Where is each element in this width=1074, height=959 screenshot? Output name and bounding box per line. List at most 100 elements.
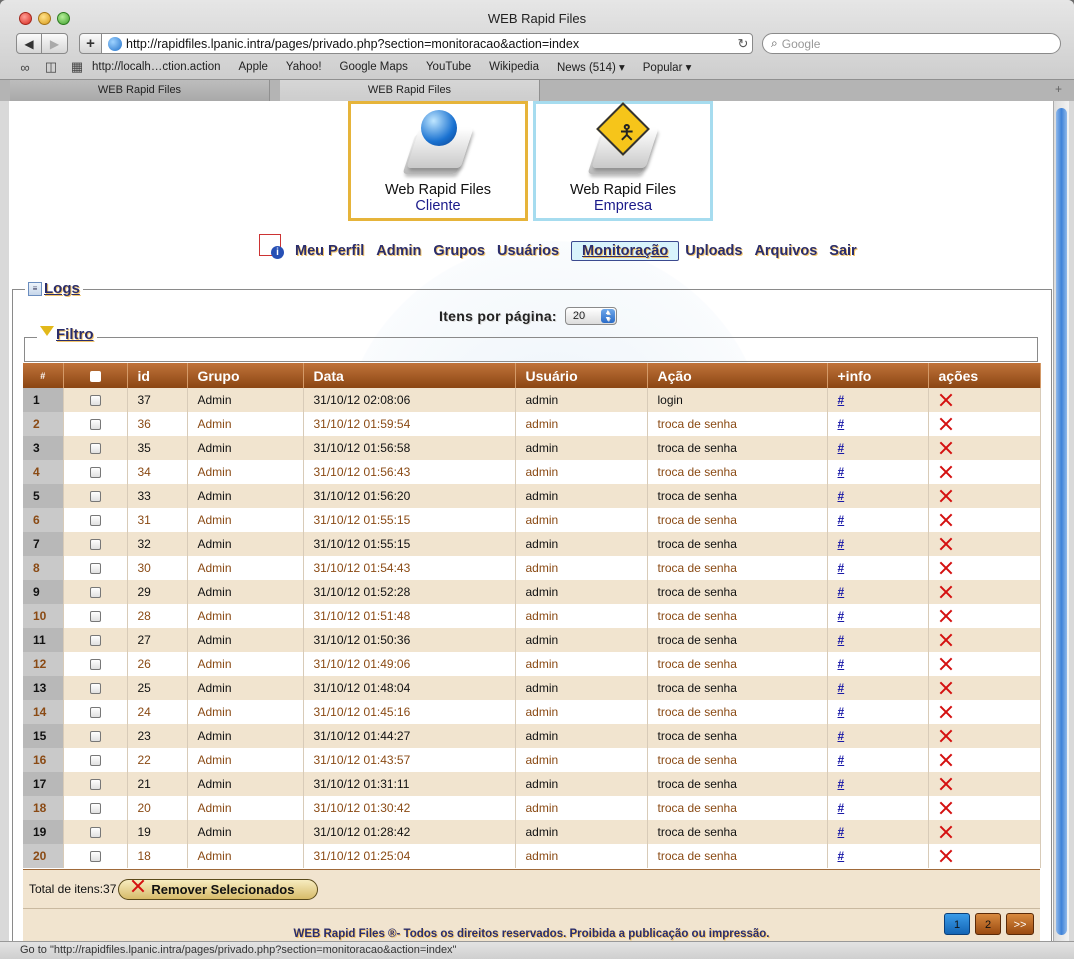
delete-icon[interactable]	[939, 753, 953, 767]
bookmark-wikipedia[interactable]: Wikipedia	[489, 61, 539, 73]
more-info-link[interactable]: #	[838, 705, 845, 719]
row-checkbox[interactable]	[89, 659, 101, 671]
tab-web-rapid-files-1[interactable]: WEB Rapid Files	[10, 80, 270, 101]
delete-icon[interactable]	[939, 801, 953, 815]
vertical-scrollbar[interactable]	[1053, 101, 1069, 941]
more-info-link[interactable]: #	[838, 609, 845, 623]
more-info-link[interactable]: #	[838, 681, 845, 695]
delete-icon[interactable]	[939, 441, 953, 455]
page-2-button[interactable]: 2	[975, 913, 1001, 935]
row-checkbox[interactable]	[89, 755, 101, 767]
more-info-link[interactable]: #	[838, 585, 845, 599]
filter-title[interactable]: Filtro	[56, 326, 94, 343]
book-icon[interactable]: ◫	[40, 59, 62, 75]
delete-icon[interactable]	[939, 393, 953, 407]
bookmark-apple[interactable]: Apple	[239, 61, 268, 73]
row-checkbox[interactable]	[89, 611, 101, 623]
reading-glasses-icon[interactable]: ∞	[14, 60, 36, 75]
page-1-button[interactable]: 1	[944, 913, 970, 935]
forward-button[interactable]: ▶	[41, 33, 68, 54]
row-checkbox[interactable]	[89, 515, 101, 527]
col-header-data[interactable]: Data	[303, 363, 516, 388]
nav-arquivos[interactable]: Arquivos	[754, 243, 817, 259]
add-bookmark-button[interactable]: +	[79, 33, 102, 54]
delete-icon[interactable]	[939, 465, 953, 479]
nav-meu-perfil[interactable]: Meu Perfil	[295, 243, 364, 259]
col-header-acao[interactable]: Ação	[647, 363, 828, 388]
more-info-link[interactable]: #	[838, 777, 845, 791]
tab-web-rapid-files-2[interactable]: WEB Rapid Files	[280, 80, 540, 101]
more-info-link[interactable]: #	[838, 417, 845, 431]
row-checkbox[interactable]	[89, 395, 101, 407]
row-checkbox[interactable]	[89, 539, 101, 551]
delete-icon[interactable]	[939, 729, 953, 743]
more-info-link[interactable]: #	[838, 393, 845, 407]
col-header-id[interactable]: id	[127, 363, 188, 388]
per-page-select[interactable]: 20 ▲ ▼	[564, 307, 617, 325]
portal-cliente[interactable]: Web Rapid Files Cliente	[348, 101, 528, 221]
new-tab-icon[interactable]: +	[1055, 82, 1062, 96]
delete-icon[interactable]	[939, 681, 953, 695]
bookmark-popular[interactable]: Popular ▾	[643, 60, 692, 74]
delete-icon[interactable]	[939, 561, 953, 575]
row-checkbox[interactable]	[89, 587, 101, 599]
more-info-link[interactable]: #	[838, 513, 845, 527]
more-info-link[interactable]: #	[838, 561, 845, 575]
grid-icon[interactable]: ▦	[66, 59, 88, 75]
more-info-link[interactable]: #	[838, 825, 845, 839]
delete-icon[interactable]	[939, 849, 953, 863]
nav-admin[interactable]: Admin	[376, 243, 421, 259]
delete-icon[interactable]	[939, 825, 953, 839]
row-checkbox[interactable]	[89, 851, 101, 863]
row-checkbox[interactable]	[89, 443, 101, 455]
delete-icon[interactable]	[939, 513, 953, 527]
delete-icon[interactable]	[939, 417, 953, 431]
bookmark-youtube[interactable]: YouTube	[426, 61, 471, 73]
row-checkbox[interactable]	[89, 803, 101, 815]
nav-sair[interactable]: Sair	[829, 243, 856, 259]
more-info-link[interactable]: #	[838, 489, 845, 503]
address-bar[interactable]: http://rapidfiles.lpanic.intra/pages/pri…	[101, 33, 753, 54]
reload-icon[interactable]: ↻	[734, 36, 752, 52]
info-icon[interactable]: i	[259, 234, 284, 259]
row-checkbox[interactable]	[89, 731, 101, 743]
delete-icon[interactable]	[939, 657, 953, 671]
bookmark-google-maps[interactable]: Google Maps	[340, 61, 408, 73]
delete-icon[interactable]	[939, 585, 953, 599]
delete-icon[interactable]	[939, 777, 953, 791]
scrollbar-thumb[interactable]	[1056, 108, 1067, 935]
nav-uploads[interactable]: Uploads	[685, 243, 742, 259]
back-button[interactable]: ◀	[16, 33, 42, 54]
row-checkbox[interactable]	[89, 635, 101, 647]
bookmark-news[interactable]: News (514) ▾	[557, 60, 625, 74]
row-checkbox[interactable]	[89, 683, 101, 695]
nav-monitoracao[interactable]: Monitoração	[571, 241, 680, 261]
row-checkbox[interactable]	[89, 491, 101, 503]
row-checkbox[interactable]	[89, 779, 101, 791]
col-header-usuario[interactable]: Usuário	[515, 363, 648, 388]
remove-selected-button[interactable]: Remover Selecionados	[118, 878, 319, 900]
delete-icon[interactable]	[939, 633, 953, 647]
delete-icon[interactable]	[939, 537, 953, 551]
more-info-link[interactable]: #	[838, 537, 845, 551]
nav-grupos[interactable]: Grupos	[433, 243, 485, 259]
row-checkbox[interactable]	[89, 707, 101, 719]
filter-legend[interactable]: Filtro	[37, 325, 97, 343]
more-info-link[interactable]: #	[838, 465, 845, 479]
search-field[interactable]: ⌕ Google	[762, 33, 1061, 54]
more-info-link[interactable]: #	[838, 849, 845, 863]
select-all-checkbox[interactable]	[89, 371, 101, 383]
next-page-button[interactable]: >>	[1006, 913, 1034, 935]
delete-icon[interactable]	[939, 705, 953, 719]
bookmark-yahoo[interactable]: Yahoo!	[286, 61, 322, 73]
delete-icon[interactable]	[939, 609, 953, 623]
more-info-link[interactable]: #	[838, 657, 845, 671]
col-header-grupo[interactable]: Grupo	[187, 363, 304, 388]
more-info-link[interactable]: #	[838, 441, 845, 455]
url-text[interactable]: http://rapidfiles.lpanic.intra/pages/pri…	[126, 37, 734, 51]
logs-legend[interactable]: ≡ Logs	[25, 280, 83, 297]
row-checkbox[interactable]	[89, 467, 101, 479]
more-info-link[interactable]: #	[838, 633, 845, 647]
logs-title[interactable]: Logs	[44, 280, 80, 297]
portal-empresa[interactable]: 🯅 Web Rapid Files Empresa	[533, 101, 713, 221]
